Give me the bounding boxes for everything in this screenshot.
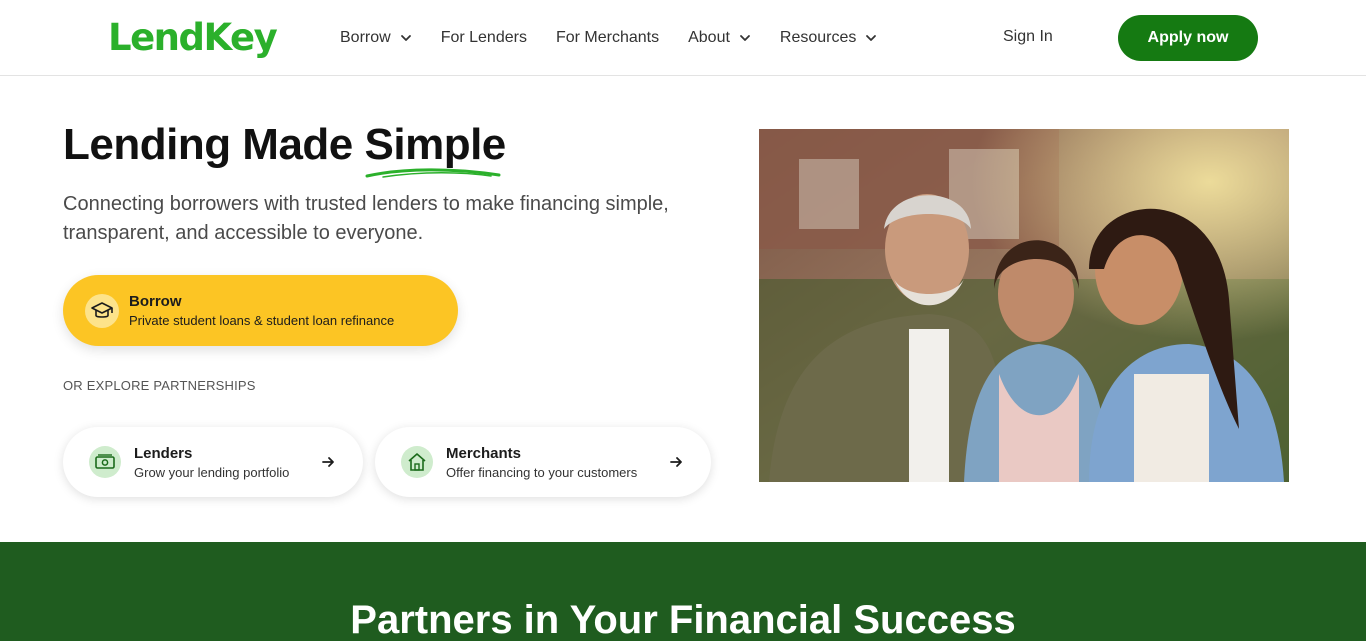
lenders-card-text: Lenders Grow your lending portfolio [134, 445, 321, 480]
arrow-right-icon [322, 457, 334, 467]
merchants-card-text: Merchants Offer financing to your custom… [446, 445, 669, 480]
merchants-card[interactable]: Merchants Offer financing to your custom… [375, 427, 711, 497]
sign-in-link[interactable]: Sign In [1003, 28, 1053, 46]
money-icon [89, 446, 121, 478]
nav-for-merchants-label: For Merchants [555, 29, 660, 46]
nav-about[interactable]: About [688, 29, 751, 47]
hero-family-photo [759, 129, 1289, 482]
borrow-cta-title: Borrow [129, 293, 182, 310]
nav-borrow-label: Borrow [340, 29, 391, 46]
nav-resources-label: Resources [779, 29, 857, 46]
nav-for-lenders-label: For Lenders [440, 29, 527, 46]
borrow-cta-subtitle: Private student loans & student loan ref… [129, 313, 395, 328]
nav-about-label: About [688, 29, 730, 46]
graduation-cap-icon [85, 293, 119, 328]
borrow-cta-button[interactable]: Borrow Private student loans & student l… [63, 275, 458, 346]
lenders-card[interactable]: Lenders Grow your lending portfolio [63, 427, 363, 497]
lenders-card-subtitle: Grow your lending portfolio [134, 464, 290, 480]
nav-borrow[interactable]: Borrow [340, 29, 412, 47]
partners-band-title: Partners in Your Financial Success [350, 598, 1016, 641]
hero-title-accent-text: Simple [364, 120, 507, 169]
borrow-cta-text: Borrow Private student loans & student l… [129, 293, 394, 328]
explore-partnerships-label: OR EXPLORE PARTNERSHIPS [63, 378, 256, 393]
apply-now-button[interactable]: Apply now [1118, 15, 1258, 61]
main-nav: Borrow For Lenders For Merchants About R… [340, 24, 906, 52]
house-icon [401, 446, 433, 478]
lenders-card-title: Lenders [134, 444, 193, 462]
hero-title-accent: Simple [364, 120, 507, 178]
hero-title-prefix: Lending Made [63, 120, 365, 169]
merchants-card-title: Merchants [446, 444, 522, 462]
brush-underline-icon [365, 168, 500, 178]
chevron-down-icon [740, 35, 750, 41]
site-header: LendKey Borrow For Lenders For Merchants… [0, 0, 1366, 76]
hero-subtitle: Connecting borrowers with trusted lender… [63, 193, 669, 244]
nav-for-lenders[interactable]: For Lenders [441, 29, 527, 47]
nav-for-merchants[interactable]: For Merchants [556, 29, 659, 47]
chevron-down-icon [866, 35, 877, 41]
hero-title: Lending Made Simple [63, 120, 507, 178]
chevron-down-icon [400, 35, 411, 41]
nav-resources[interactable]: Resources [780, 29, 877, 47]
merchants-card-subtitle: Offer financing to your customers [446, 464, 638, 480]
arrow-right-icon [670, 457, 682, 467]
lendkey-logo[interactable]: LendKey [108, 14, 278, 62]
